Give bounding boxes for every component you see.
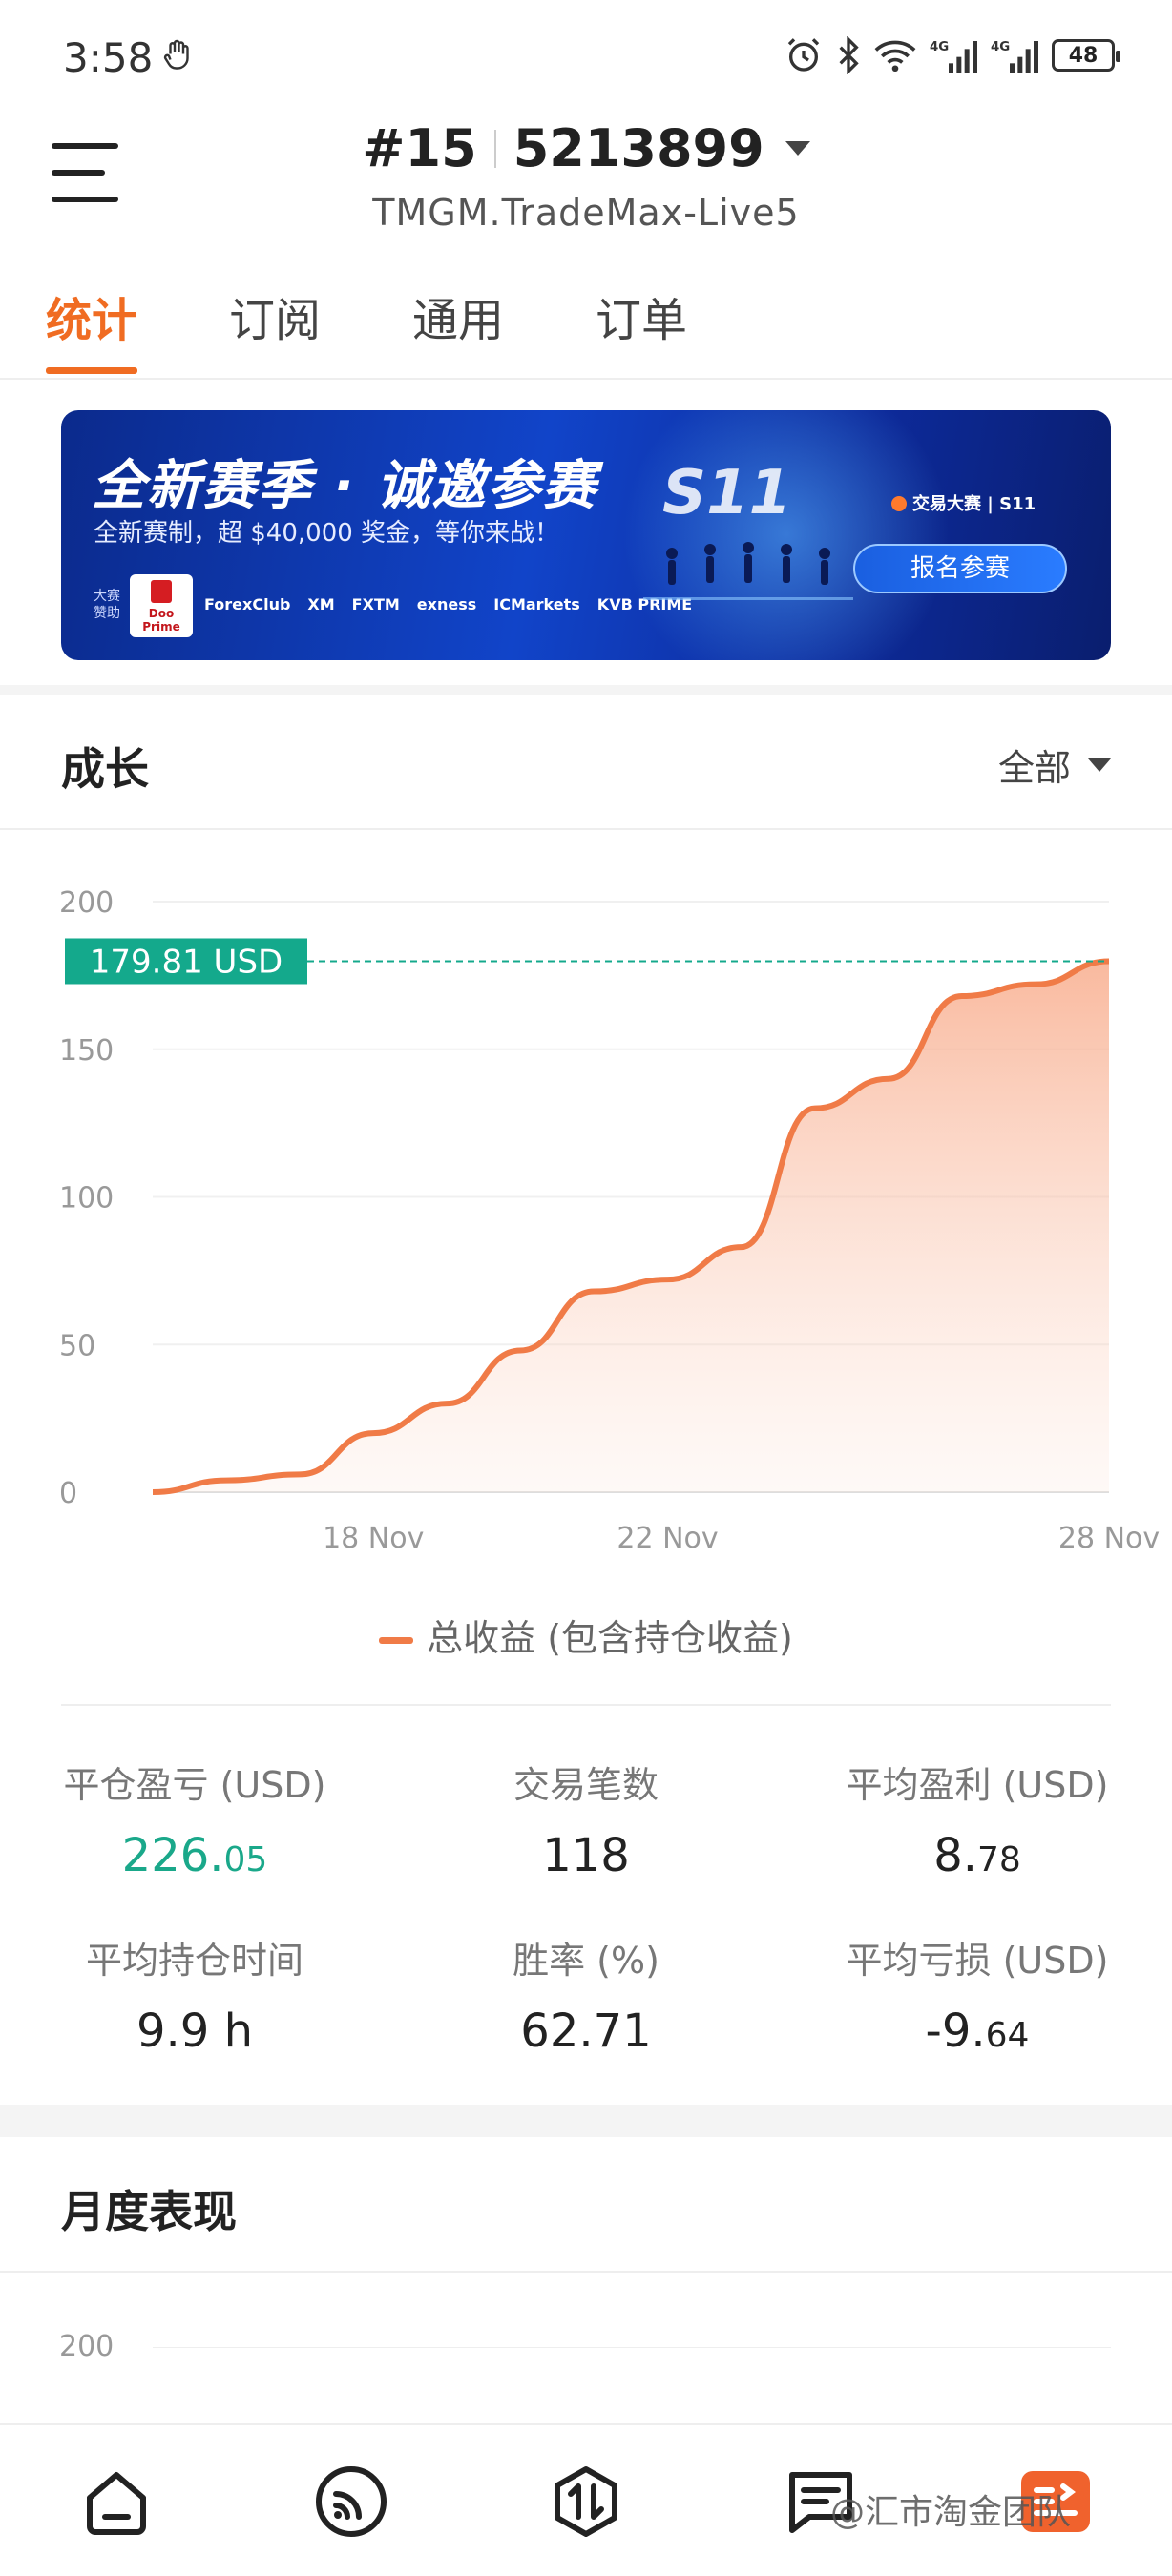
stat-label: 平仓盈亏 (USD) [63, 1764, 326, 1806]
stat-label: 交易笔数 [513, 1764, 659, 1806]
stat-label: 平均盈利 (USD) [846, 1764, 1109, 1806]
stat-label: 平均亏损 (USD) [846, 1940, 1109, 1982]
y-tick-label: 50 [59, 1329, 95, 1362]
bluetooth-icon [839, 36, 859, 74]
legend-swatch [379, 1637, 414, 1644]
tab-general[interactable]: 通用 [412, 282, 504, 374]
section-gap [0, 2105, 1172, 2137]
y-tick-label: 100 [59, 1182, 114, 1215]
stat-value: 226.05 [121, 1829, 268, 1882]
stat-closed-pnl: 平仓盈亏 (USD) 226.05 [23, 1755, 366, 1882]
legend-label: 总收益 (包含持仓收益) [427, 1617, 793, 1659]
x-tick-label: 28 Nov [1058, 1522, 1160, 1555]
home-icon[interactable] [78, 2463, 155, 2540]
y-tick-label: 0 [59, 1477, 77, 1510]
status-bar: 3:58 4G 4G 48 [0, 0, 1172, 114]
tab-bar: 统计 订阅 通用 订单 [46, 282, 779, 378]
monthly-title: 月度表现 [61, 2186, 237, 2237]
stat-avg-loss: 平均亏损 (USD) -9.64 [806, 1931, 1149, 2058]
growth-chart: 0 50 100 150 200 18 Nov 22 Nov 28 Nov 179.81 USD [59, 886, 1160, 1555]
grid-line [153, 2347, 1111, 2348]
stat-label: 胜率 (%) [513, 1940, 659, 1982]
runners-illustration [643, 542, 853, 600]
server-name: TMGM.TradeMax-Live5 [372, 192, 800, 234]
stat-value: 8.78 [933, 1829, 1021, 1882]
wifi-icon [874, 40, 916, 73]
sponsor-logo: ForexClub [204, 595, 291, 613]
banner-subtitle: 全新赛制，超 $40,000 奖金，等你来战！ [94, 519, 560, 548]
hand-icon [163, 39, 189, 70]
stat-value: 9.9 h [136, 2005, 253, 2058]
x-tick-label: 18 Nov [323, 1522, 424, 1555]
caret-down-icon[interactable] [785, 141, 810, 156]
y-tick-label: 200 [59, 886, 114, 920]
tab-statistics[interactable]: 统计 [46, 282, 138, 374]
account-rank: #15 [362, 118, 477, 178]
stat-value: 118 [542, 1829, 630, 1882]
divider [493, 129, 496, 168]
svg-text:4G: 4G [991, 40, 1010, 54]
period-filter-label: 全部 [997, 747, 1071, 789]
battery-icon: 48 [1052, 39, 1120, 72]
season-badge: S11 [662, 458, 792, 529]
divider [0, 2271, 1172, 2273]
svg-text:4G: 4G [930, 40, 949, 54]
sponsor-logos: ForexClub XM FXTM exness ICMarkets KVB P… [204, 595, 692, 613]
stat-win-rate: 胜率 (%) 62.71 [414, 1931, 758, 2058]
stat-label: 平均持仓时间 [85, 1940, 303, 1982]
divider [0, 378, 1172, 380]
register-button[interactable]: 报名参赛 [853, 544, 1067, 593]
tab-subscribe[interactable]: 订阅 [229, 282, 321, 374]
sponsor-logo: FXTM [351, 595, 400, 613]
y-tick-label: 200 [59, 2330, 115, 2363]
feed-icon[interactable] [313, 2463, 389, 2540]
trade-icon[interactable] [548, 2463, 624, 2540]
period-filter[interactable]: 全部 [998, 738, 1111, 791]
banner-sponsor-label: 大赛赞助 [94, 589, 120, 621]
account-selector[interactable]: #15 5213899 TMGM.TradeMax-Live5 [0, 118, 1172, 234]
stat-trade-count: 交易笔数 118 [414, 1755, 758, 1882]
divider [61, 1704, 1111, 1706]
stat-value: -9.64 [925, 2005, 1030, 2058]
tab-orders[interactable]: 订单 [596, 282, 687, 374]
caret-down-icon [1088, 758, 1111, 772]
watermark: @汇市淘金团队 [830, 2493, 1072, 2532]
sponsor-logo: ICMarkets [493, 595, 580, 613]
chart-legend: 总收益 (包含持仓收益) [0, 1609, 1172, 1661]
divider [0, 828, 1172, 830]
status-time: 3:58 [63, 34, 154, 81]
banner-brand: 交易大赛 | S11 [891, 490, 1036, 515]
account-id: 5213899 [513, 118, 764, 178]
stat-avg-hold-time: 平均持仓时间 9.9 h [23, 1931, 366, 2058]
growth-area [153, 961, 1109, 1492]
stat-value: 62.71 [520, 2005, 652, 2058]
growth-title: 成长 [61, 743, 149, 795]
promo-banner[interactable]: 全新赛季 · 诚邀参赛 全新赛制，超 $40,000 奖金，等你来战！ 大赛赞助… [61, 410, 1111, 660]
signal-4g-icon: 4G [991, 40, 1038, 73]
banner-title: 全新赛季 · 诚邀参赛 [92, 455, 598, 517]
current-value-label: 179.81 USD [90, 943, 283, 981]
sponsor-logo: XM [307, 595, 335, 613]
section-gap [0, 685, 1172, 695]
doo-prime-logo: Doo Prime [130, 574, 193, 637]
alarm-icon [787, 38, 820, 72]
stat-avg-profit: 平均盈利 (USD) 8.78 [806, 1755, 1149, 1882]
sponsor-logo: exness [416, 595, 477, 613]
signal-4g-icon: 4G [930, 40, 977, 73]
y-tick-label: 150 [59, 1034, 114, 1068]
x-tick-label: 22 Nov [617, 1522, 718, 1555]
